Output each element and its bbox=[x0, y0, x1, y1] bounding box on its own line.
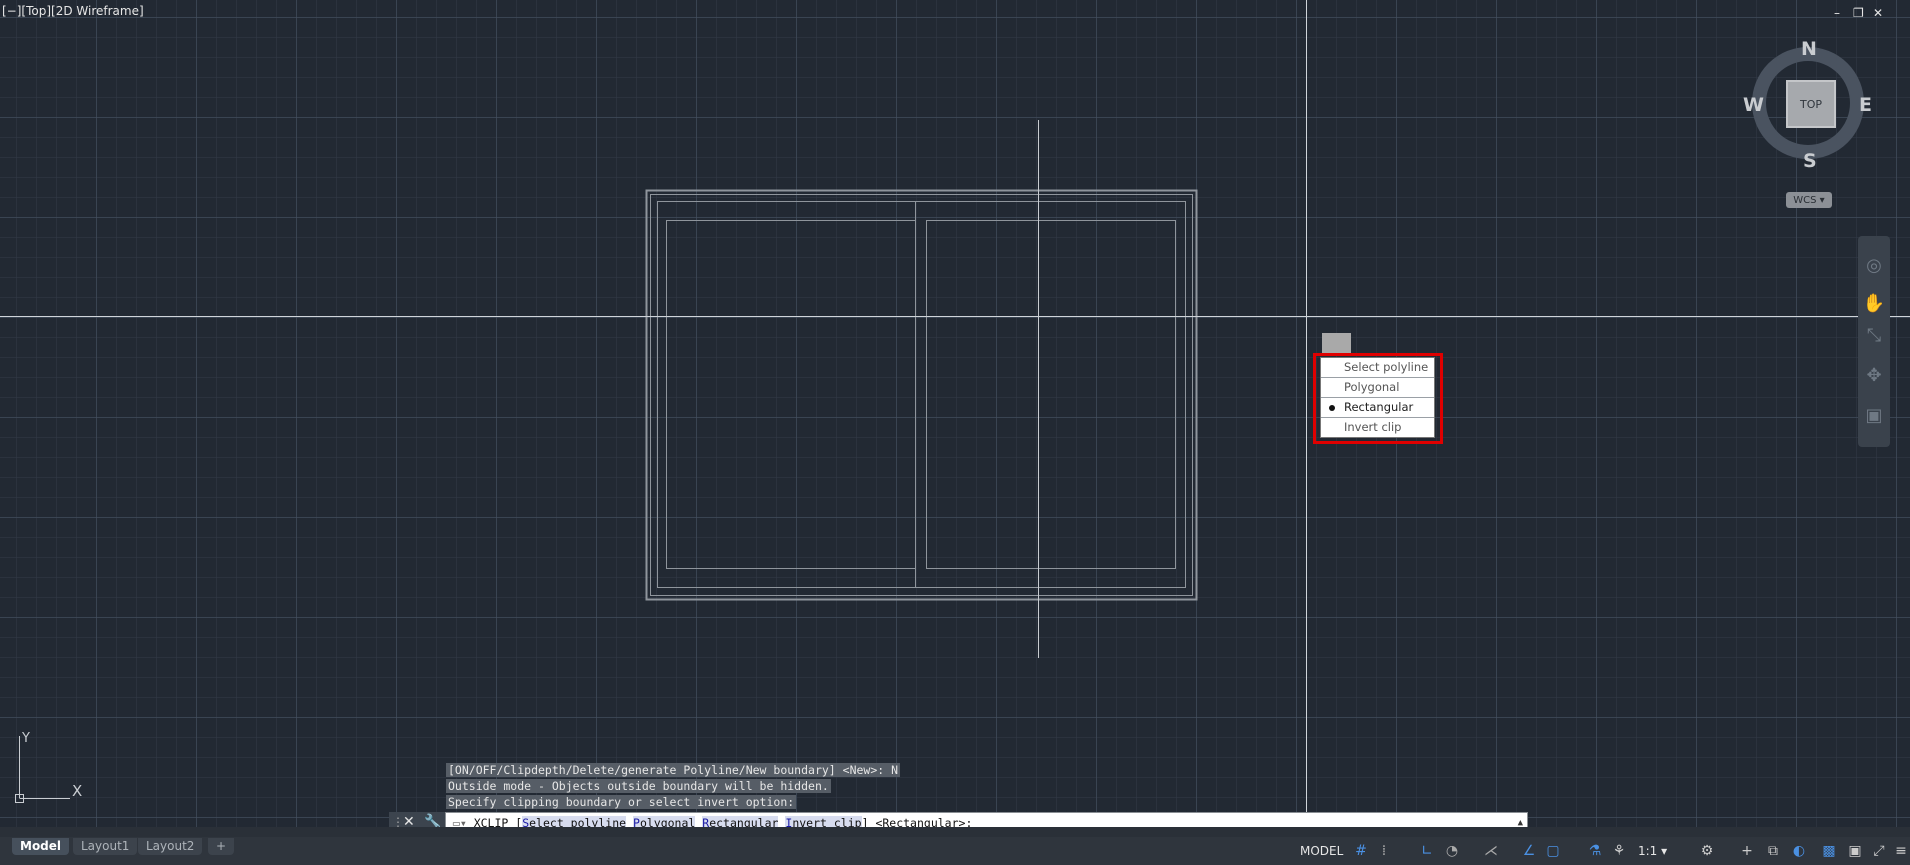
cursor-pickbox bbox=[1322, 333, 1351, 353]
compass-east[interactable]: E bbox=[1859, 94, 1872, 116]
add-layout-button[interactable]: + bbox=[208, 838, 235, 855]
quick-properties-icon[interactable]: ◐ bbox=[1790, 842, 1808, 860]
ucs-y-label: Y bbox=[21, 731, 30, 746]
annotation-monitor-icon[interactable]: + bbox=[1738, 842, 1756, 860]
ortho-icon[interactable]: ∟ bbox=[1418, 842, 1436, 860]
ucs-icon: Y X bbox=[15, 731, 82, 803]
menu-item-rectangular[interactable]: Rectangular bbox=[1321, 398, 1434, 418]
menu-item-select-polyline[interactable]: Select polyline bbox=[1321, 358, 1434, 378]
auto-scale-icon[interactable]: ⚘ bbox=[1610, 842, 1628, 860]
menu-item-invert-clip[interactable]: Invert clip bbox=[1321, 418, 1434, 437]
model-space-button[interactable]: MODEL bbox=[1300, 840, 1343, 862]
menu-item-label: Polygonal bbox=[1344, 380, 1400, 394]
menu-item-label: Select polyline bbox=[1344, 360, 1429, 374]
workspace-gear-icon[interactable]: ⚙ bbox=[1698, 842, 1716, 860]
outer-frame-inner bbox=[650, 194, 1193, 596]
wcs-menu-button[interactable]: WCS ▾ bbox=[1786, 192, 1832, 208]
left-panel bbox=[666, 220, 916, 569]
annotation-scale-button[interactable]: 1:1 ▾ bbox=[1638, 840, 1667, 862]
object-snap-tracking-icon[interactable]: ∠ bbox=[1520, 842, 1538, 860]
outer-frame-outer bbox=[645, 189, 1198, 601]
drawing-geometry bbox=[645, 120, 1198, 658]
snap-icon[interactable]: ⁞ bbox=[1375, 842, 1393, 860]
compass-north[interactable]: N bbox=[1801, 38, 1817, 60]
command-history-line: Specify clipping boundary or select inve… bbox=[446, 795, 797, 809]
compass-west[interactable]: W bbox=[1743, 94, 1764, 116]
pan-icon[interactable]: ✋ bbox=[1862, 292, 1886, 316]
isodraft-icon[interactable]: ⋌ bbox=[1482, 842, 1500, 860]
command-history-line: Outside mode - Objects outside boundary … bbox=[446, 779, 831, 793]
showmotion-icon[interactable]: ▣ bbox=[1862, 404, 1886, 428]
orbit-icon[interactable]: ✥ bbox=[1862, 364, 1886, 388]
polar-tracking-icon[interactable]: ◔ bbox=[1443, 842, 1461, 860]
tab-model[interactable]: Model bbox=[12, 838, 70, 855]
viewcube-top-face[interactable]: TOP bbox=[1786, 80, 1836, 128]
menu-item-label: Invert clip bbox=[1344, 420, 1402, 434]
steering-wheel-icon[interactable]: ◎ bbox=[1862, 254, 1886, 278]
zoom-extents-icon[interactable]: ⤡ bbox=[1862, 324, 1886, 348]
menu-item-polygonal[interactable]: Polygonal bbox=[1321, 378, 1434, 398]
isolate-objects-icon[interactable]: ▩ bbox=[1820, 842, 1838, 860]
ucs-x-label: X bbox=[72, 782, 82, 800]
object-snap-icon[interactable]: ▢ bbox=[1544, 842, 1562, 860]
selected-bullet-icon bbox=[1329, 405, 1335, 411]
clean-screen-icon[interactable]: ⤢ bbox=[1870, 842, 1888, 860]
command-history-line: [ON/OFF/Clipdepth/Delete/generate Polyli… bbox=[446, 763, 901, 777]
right-panel bbox=[926, 220, 1176, 569]
crosshair-vertical bbox=[1306, 0, 1307, 812]
compass-south[interactable]: S bbox=[1803, 150, 1817, 172]
menu-item-label: Rectangular bbox=[1344, 400, 1414, 414]
tab-layout2[interactable]: Layout2 bbox=[138, 838, 203, 855]
customization-menu-icon[interactable]: ≡ bbox=[1892, 842, 1910, 860]
inner-frame bbox=[657, 201, 1186, 588]
clip-option-menu: Select polyline Polygonal Rectangular In… bbox=[1320, 357, 1435, 438]
units-icon[interactable]: ⧉ bbox=[1764, 842, 1782, 860]
annotation-visibility-icon[interactable]: ⚗ bbox=[1586, 842, 1604, 860]
hardware-acceleration-icon[interactable]: ▣ bbox=[1846, 842, 1864, 860]
grid-icon[interactable]: # bbox=[1352, 842, 1370, 860]
drawing-viewport[interactable]: [−][Top][2D Wireframe] – ❐ ✕ TOP N S E W… bbox=[0, 0, 1910, 835]
horizontal-scrollbar[interactable] bbox=[0, 827, 1910, 837]
crosshair-horizontal bbox=[0, 316, 1910, 317]
tab-layout1[interactable]: Layout1 bbox=[73, 838, 138, 855]
